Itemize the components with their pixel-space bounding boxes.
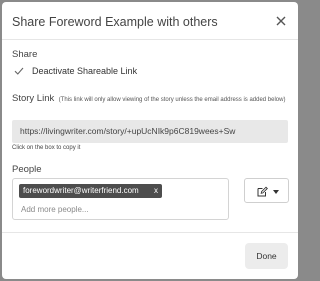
edit-icon [257, 186, 268, 197]
remove-person-button[interactable]: x [154, 186, 158, 195]
person-chip-email: forewordwriter@writerfriend.com [23, 186, 139, 195]
deactivate-link-label[interactable]: Deactivate Shareable Link [32, 66, 137, 76]
copy-hint: Click on the box to copy it [12, 145, 81, 151]
add-people-input[interactable] [21, 203, 221, 216]
person-chip: forewordwriter@writerfriend.com x [19, 184, 162, 198]
story-link-title: Story Link [12, 93, 55, 104]
dialog-title: Share Foreword Example with others [12, 15, 218, 29]
story-link-heading: Story Link (This link will only allow vi… [12, 91, 292, 106]
footer-divider [2, 232, 298, 233]
people-input-box[interactable]: forewordwriter@writerfriend.com x [12, 178, 229, 220]
share-dialog: Share Foreword Example with others Share… [2, 2, 298, 279]
story-link-note: (This link will only allow viewing of th… [58, 97, 286, 103]
permission-dropdown-button[interactable] [244, 178, 289, 203]
checkmark-icon[interactable] [14, 66, 24, 76]
close-icon[interactable] [274, 14, 288, 28]
story-link-url-box[interactable]: https://livingwriter.com/story/+upUcNIk9… [12, 120, 288, 143]
people-label: People [12, 164, 42, 175]
caret-down-icon [273, 190, 279, 194]
share-section-label: Share [12, 49, 38, 60]
done-button[interactable]: Done [245, 243, 288, 269]
dialog-header: Share Foreword Example with others [2, 2, 298, 40]
